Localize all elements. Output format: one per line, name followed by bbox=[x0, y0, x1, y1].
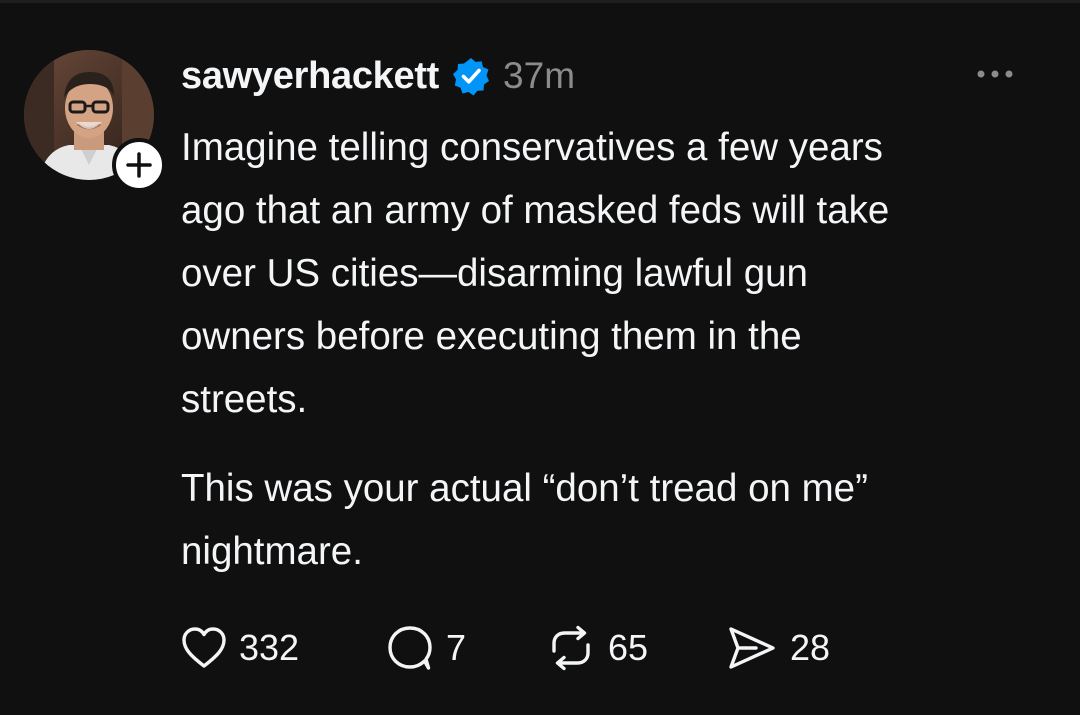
post-line: Imagine telling conservatives a few year… bbox=[181, 126, 883, 169]
share-button[interactable]: 28 bbox=[726, 625, 830, 671]
heart-icon bbox=[182, 627, 226, 668]
like-count: 332 bbox=[239, 627, 300, 668]
more-options-button[interactable] bbox=[970, 58, 1020, 90]
repost-button[interactable]: 65 bbox=[546, 625, 726, 671]
post-body: Imagine telling conservatives a few year… bbox=[181, 116, 1041, 583]
follow-plus-button[interactable] bbox=[112, 138, 166, 192]
post-timestamp: 37m bbox=[503, 55, 576, 96]
post-line: This was your actual “don’t tread on me” bbox=[181, 467, 868, 510]
send-icon bbox=[729, 627, 775, 669]
share-count: 28 bbox=[790, 627, 831, 668]
reply-count: 7 bbox=[446, 627, 467, 668]
post-line: owners before executing them in the bbox=[181, 315, 802, 358]
speech-bubble-icon bbox=[388, 626, 432, 670]
plus-icon bbox=[126, 152, 152, 178]
author-avatar-container[interactable] bbox=[24, 50, 166, 192]
post-line: over US cities—disarming lawful gun bbox=[181, 252, 808, 295]
reply-button[interactable]: 7 bbox=[386, 625, 546, 671]
post-line: streets. bbox=[181, 378, 308, 421]
verified-badge-icon bbox=[451, 56, 491, 96]
repost-icon bbox=[552, 625, 590, 671]
author-username[interactable]: sawyerhackett bbox=[181, 55, 439, 98]
post-paragraph-2: This was your actual “don’t tread on me”… bbox=[181, 457, 1041, 583]
post-line: ago that an army of masked feds will tak… bbox=[181, 189, 890, 232]
post-line: nightmare. bbox=[181, 530, 363, 573]
post-paragraph-1: Imagine telling conservatives a few year… bbox=[181, 116, 1041, 431]
post-actions: 332 7 65 28 bbox=[181, 620, 830, 676]
thread-post: sawyerhackett 37m Imagine telling conser… bbox=[0, 0, 1080, 715]
repost-count: 65 bbox=[608, 627, 649, 668]
like-button[interactable]: 332 bbox=[181, 626, 386, 670]
more-options-icon bbox=[977, 70, 1013, 78]
post-header: sawyerhackett 37m bbox=[181, 52, 575, 100]
